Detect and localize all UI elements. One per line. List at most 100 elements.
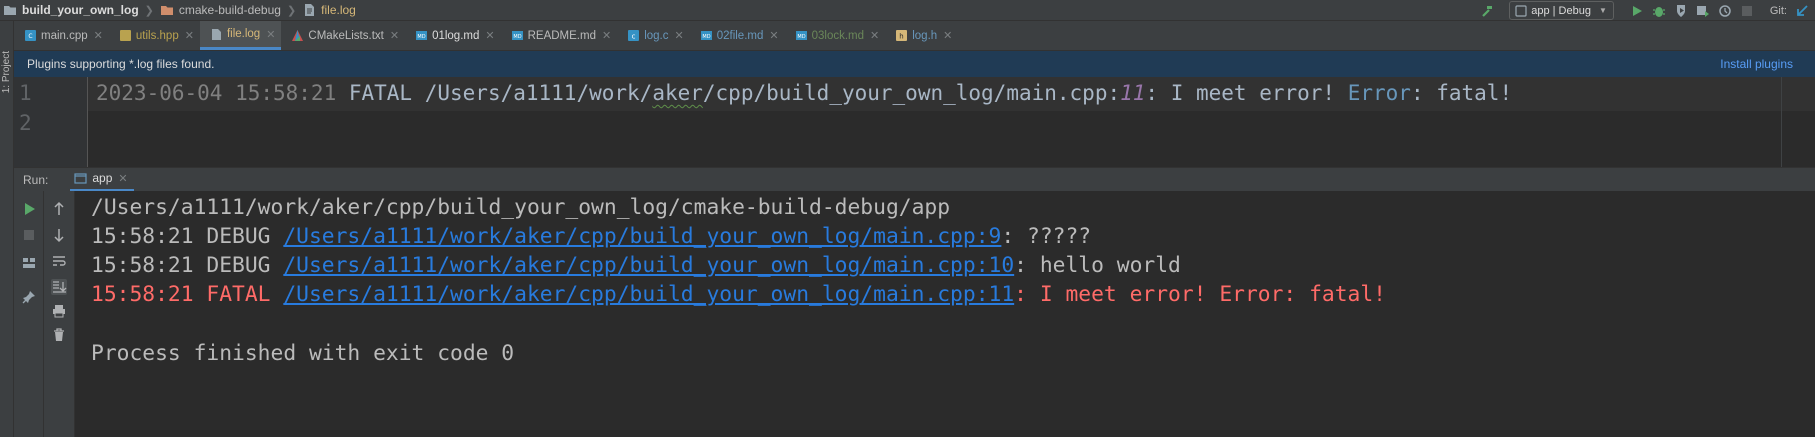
- breadcrumb-project-label: build_your_own_log: [22, 3, 139, 17]
- stop-icon: [1741, 5, 1752, 16]
- close-icon[interactable]: ✕: [94, 29, 103, 42]
- svg-text:C: C: [28, 33, 32, 40]
- md-file-icon: MD: [416, 31, 428, 40]
- console-exit-line: Process finished with exit code 0: [91, 341, 515, 366]
- close-icon[interactable]: ✕: [674, 29, 683, 42]
- coverage-button[interactable]: [1672, 2, 1690, 20]
- debug-button[interactable]: [1650, 2, 1668, 20]
- stop-button[interactable]: [1738, 2, 1756, 20]
- pin-icon[interactable]: [21, 289, 37, 305]
- error-keyword: Error: [1347, 81, 1411, 105]
- chevron-right-icon: ❯: [286, 4, 297, 17]
- tab-main-cpp[interactable]: Cmain.cpp ✕: [14, 21, 109, 50]
- breadcrumb-file[interactable]: file.log: [302, 0, 356, 21]
- close-icon[interactable]: ✕: [602, 29, 611, 42]
- tab-02file-md[interactable]: MD 02file.md ✕: [690, 21, 785, 50]
- soft-wrap-icon[interactable]: [51, 253, 67, 269]
- source-link[interactable]: /Users/a1111/work/aker/cpp/build_your_ow…: [283, 253, 1014, 278]
- breadcrumb-folder[interactable]: cmake-build-debug ❯: [160, 0, 302, 21]
- rerun-button[interactable]: [21, 201, 37, 217]
- log-file-icon: [211, 28, 221, 40]
- project-tool-window-button[interactable]: 1: Project: [1, 51, 12, 93]
- run-button[interactable]: [1628, 2, 1646, 20]
- console-prefix: 15:58:21 DEBUG: [91, 253, 284, 278]
- tab-readme-md[interactable]: MD README.md ✕: [501, 21, 618, 50]
- run-label: Run:: [23, 172, 49, 187]
- folder-icon: [160, 6, 173, 15]
- install-plugins-link[interactable]: Install plugins: [1720, 57, 1793, 71]
- close-icon[interactable]: ✕: [185, 29, 194, 42]
- tab-03lock-md[interactable]: MD 03lock.md ✕: [785, 21, 886, 50]
- log-message-end: : fatal!: [1410, 81, 1513, 105]
- breadcrumb-project[interactable]: build_your_own_log ❯: [3, 0, 160, 21]
- close-icon[interactable]: ✕: [390, 29, 399, 42]
- attach-button[interactable]: [1716, 2, 1734, 20]
- run-toolbar-secondary: [44, 191, 75, 437]
- editor-right-margin: [1781, 77, 1782, 167]
- left-tool-strip: 1: Project: [0, 21, 14, 437]
- editor-area[interactable]: 1 2 2023-06-04 15:58:21 FATAL /Users/a11…: [14, 77, 1815, 167]
- close-icon[interactable]: ✕: [870, 29, 879, 42]
- line-number: 2: [19, 111, 32, 135]
- tab-log-c[interactable]: c log.c ✕: [617, 21, 690, 50]
- log-message: : I meet error!: [1145, 81, 1348, 105]
- shield-run-icon: [1676, 4, 1685, 17]
- svg-text:MD: MD: [417, 34, 425, 40]
- tab-log-h[interactable]: h log.h ✕: [885, 21, 958, 50]
- close-icon[interactable]: ✕: [485, 29, 494, 42]
- bug-icon: [1652, 6, 1665, 17]
- close-icon[interactable]: ✕: [118, 172, 127, 185]
- tab-cmakelists-txt[interactable]: CMakeLists.txt ✕: [281, 21, 405, 50]
- profiler-icon: [1696, 5, 1709, 17]
- md-file-icon: MD: [795, 31, 807, 40]
- log-level: FATAL: [336, 81, 425, 105]
- breadcrumb-folder-label: cmake-build-debug: [178, 3, 281, 17]
- arrow-down-icon[interactable]: [51, 227, 67, 243]
- layout-icon[interactable]: [21, 255, 37, 271]
- editor-tabs: Cmain.cpp ✕ utils.hpp ✕ file.log ✕ CMakeLists.…: [14, 21, 1815, 51]
- arrow-up-icon[interactable]: [51, 201, 67, 217]
- print-icon[interactable]: [51, 303, 67, 319]
- plugins-notification-banner: Plugins supporting *.log files found. In…: [14, 51, 1815, 77]
- tab-label: main.cpp: [41, 29, 88, 42]
- console-icon: [74, 172, 87, 184]
- hammer-icon: [1482, 5, 1493, 17]
- svg-text:MD: MD: [513, 34, 521, 40]
- tab-utils-hpp[interactable]: utils.hpp ✕: [109, 21, 200, 50]
- scroll-to-end-icon[interactable]: [51, 279, 67, 295]
- tab-label: file.log: [226, 28, 261, 40]
- profile-button[interactable]: [1694, 2, 1712, 20]
- project-tool-window-label: 1: Project: [1, 51, 12, 94]
- git-update-icon: [1797, 4, 1808, 16]
- tab-label: 01log.md: [432, 29, 480, 42]
- trash-icon[interactable]: [51, 327, 67, 343]
- build-hammer-button[interactable]: [1479, 2, 1497, 20]
- tab-label: log.h: [912, 29, 938, 42]
- tab-file-log[interactable]: file.log ✕: [199, 21, 282, 50]
- tab-label: 03lock.md: [811, 29, 865, 42]
- source-link[interactable]: /Users/a1111/work/aker/cpp/build_your_ow…: [283, 224, 1001, 249]
- run-console-output[interactable]: /Users/a1111/work/aker/cpp/build_your_ow…: [75, 191, 1815, 437]
- log-timestamp: 2023-06-04 15:58:21: [96, 81, 337, 105]
- svg-text:MD: MD: [702, 34, 710, 40]
- line-number-gutter: 1 2: [14, 77, 88, 167]
- stop-button[interactable]: [21, 227, 37, 243]
- git-label: Git:: [1769, 4, 1787, 17]
- tab-label: 02file.md: [716, 29, 764, 42]
- console-line: 15:58:21 DEBUG /Users/a1111/work/aker/cp…: [91, 253, 1181, 278]
- play-icon: [1632, 5, 1642, 16]
- tab-label: utils.hpp: [135, 29, 179, 42]
- tab-01log-md[interactable]: MD 01log.md ✕: [405, 21, 501, 50]
- close-icon[interactable]: ✕: [769, 29, 778, 42]
- console-line-error: 15:58:21 FATAL /Users/a1111/work/aker/cp…: [91, 282, 1386, 307]
- run-tab-app[interactable]: app ✕: [70, 168, 134, 192]
- run-configuration-label: app | Debug: [1531, 4, 1591, 17]
- hpp-file-icon: [119, 30, 131, 41]
- source-link[interactable]: /Users/a1111/work/aker/cpp/build_your_ow…: [283, 282, 1014, 307]
- close-icon[interactable]: ✕: [266, 28, 275, 41]
- log-path-part: /cpp/build_your_own_log/main.cpp:: [702, 81, 1121, 105]
- run-configuration-select[interactable]: app | Debug ▼: [1509, 1, 1614, 20]
- console-suffix: : hello world: [1014, 253, 1181, 278]
- git-update-button[interactable]: [1793, 2, 1811, 20]
- close-icon[interactable]: ✕: [943, 29, 952, 42]
